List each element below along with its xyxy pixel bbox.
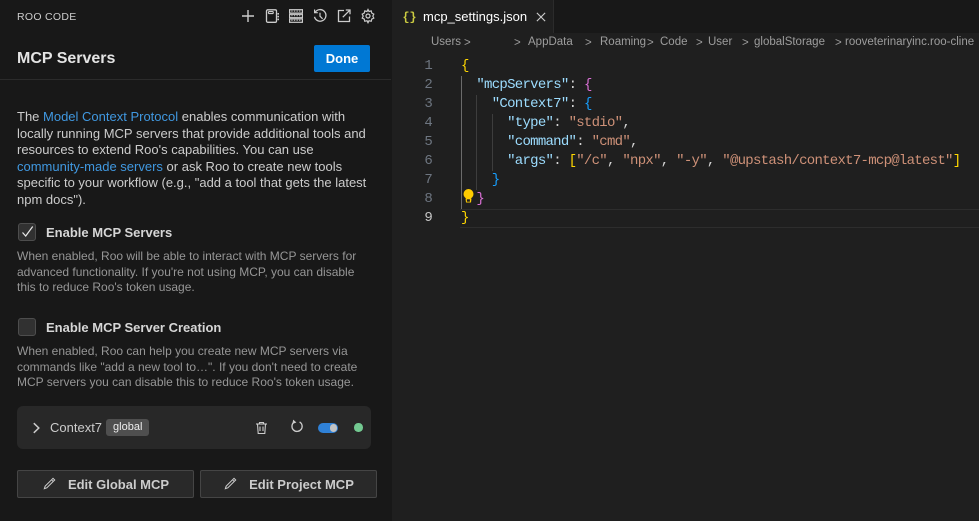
svg-text:{}: {} <box>402 11 416 24</box>
